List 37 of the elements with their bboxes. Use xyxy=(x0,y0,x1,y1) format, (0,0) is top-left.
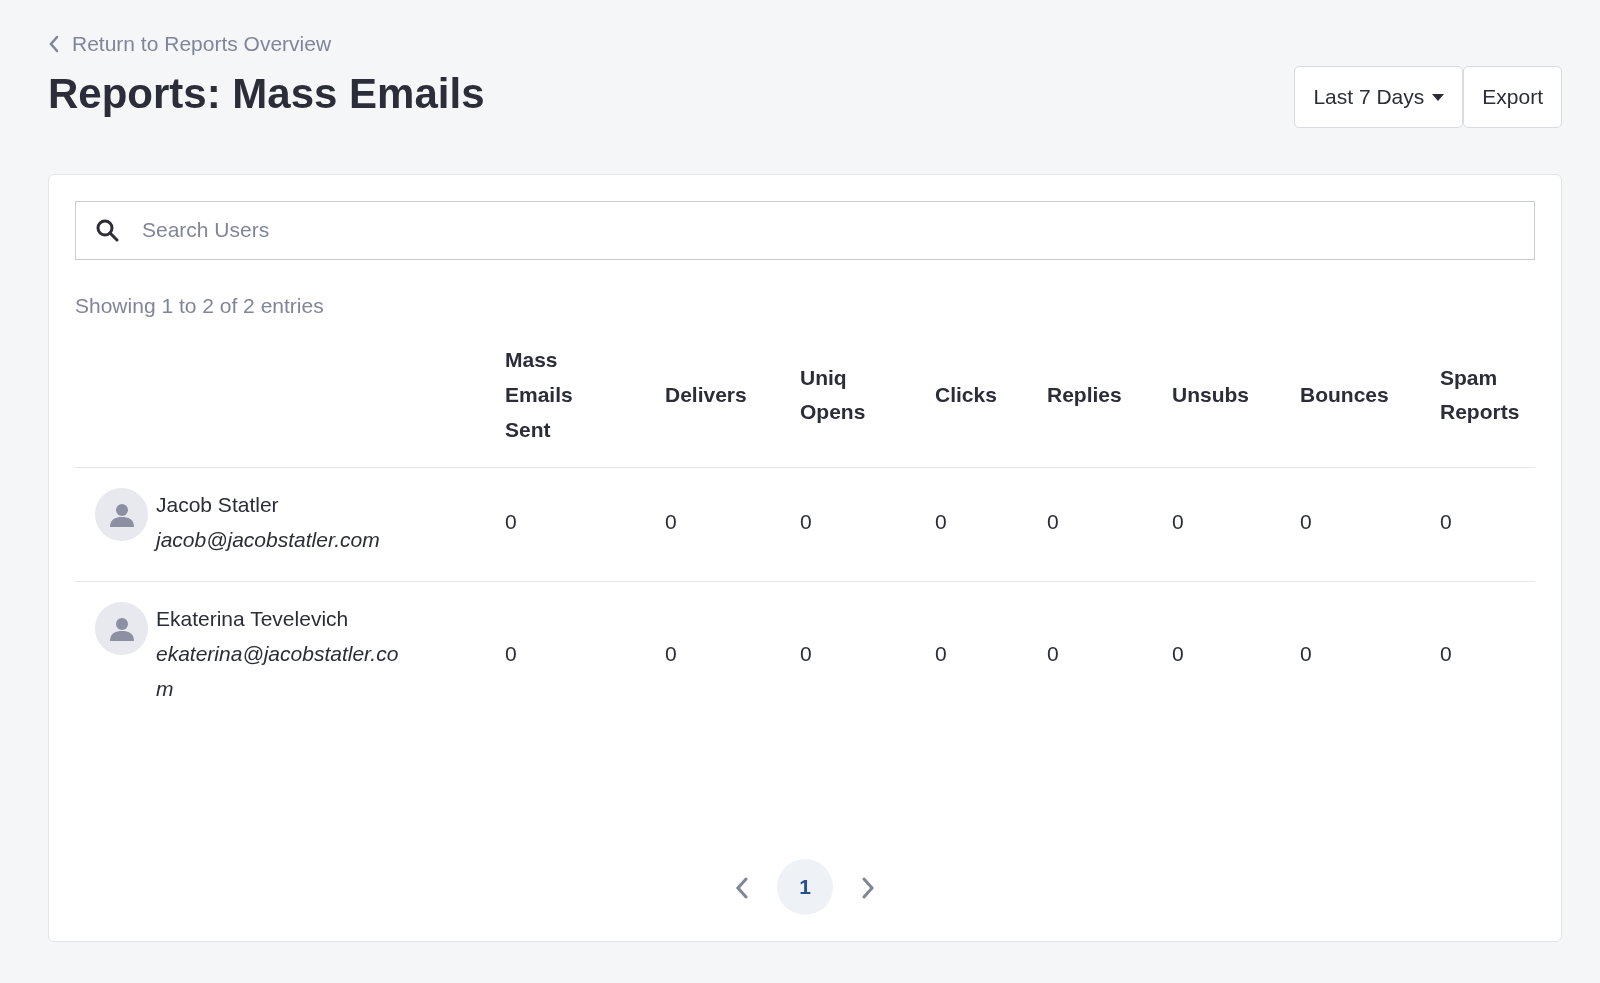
table-cell: 0 xyxy=(1172,642,1184,666)
page-title: Reports: Mass Emails xyxy=(48,69,485,120)
column-header: Delivers xyxy=(665,381,748,408)
user-name: Jacob Statler xyxy=(156,492,280,519)
table-cell: 0 xyxy=(1047,510,1059,534)
column-header: Bounces xyxy=(1300,381,1390,408)
date-range-dropdown[interactable]: Last 7 Days xyxy=(1294,66,1464,128)
column-header: Spam Reports xyxy=(1440,364,1521,426)
table-cell: 0 xyxy=(1440,510,1452,534)
user-email: ekaterina@jacobstatler.com xyxy=(156,641,400,702)
search-field[interactable]: Search Users xyxy=(75,200,1535,260)
table-cell: 0 xyxy=(505,510,517,534)
table-cell: 0 xyxy=(665,642,677,666)
export-button[interactable]: Export xyxy=(1463,66,1562,128)
chevron-left-icon xyxy=(735,877,749,900)
table-cell: 0 xyxy=(800,510,812,534)
table-cell: 0 xyxy=(1300,510,1312,534)
table-cell: 0 xyxy=(1300,642,1312,666)
table-cell: 0 xyxy=(935,510,947,534)
entries-summary: Showing 1 to 2 of 2 entries xyxy=(75,292,325,319)
column-header: Uniq Opens xyxy=(800,364,867,426)
column-header: Replies xyxy=(1047,381,1123,408)
table-cell: 0 xyxy=(1047,642,1059,666)
page-button[interactable]: 1 xyxy=(777,858,833,915)
column-header: Clicks xyxy=(935,381,998,408)
table-cell: 0 xyxy=(665,510,677,534)
column-header: Mass Emails Sent xyxy=(505,347,574,443)
column-header: Unsubs xyxy=(1172,381,1250,408)
table-cell: 0 xyxy=(505,642,517,666)
table-cell: 0 xyxy=(1172,510,1184,534)
table-cell: 0 xyxy=(935,642,947,666)
caret-icon xyxy=(1432,93,1445,101)
chevron-right-icon xyxy=(861,877,875,900)
chevron-left-icon xyxy=(48,34,60,53)
table-cell: 0 xyxy=(800,642,812,666)
user-name: Ekaterina Tevelevich xyxy=(156,606,350,633)
table-cell: 0 xyxy=(1440,642,1452,666)
